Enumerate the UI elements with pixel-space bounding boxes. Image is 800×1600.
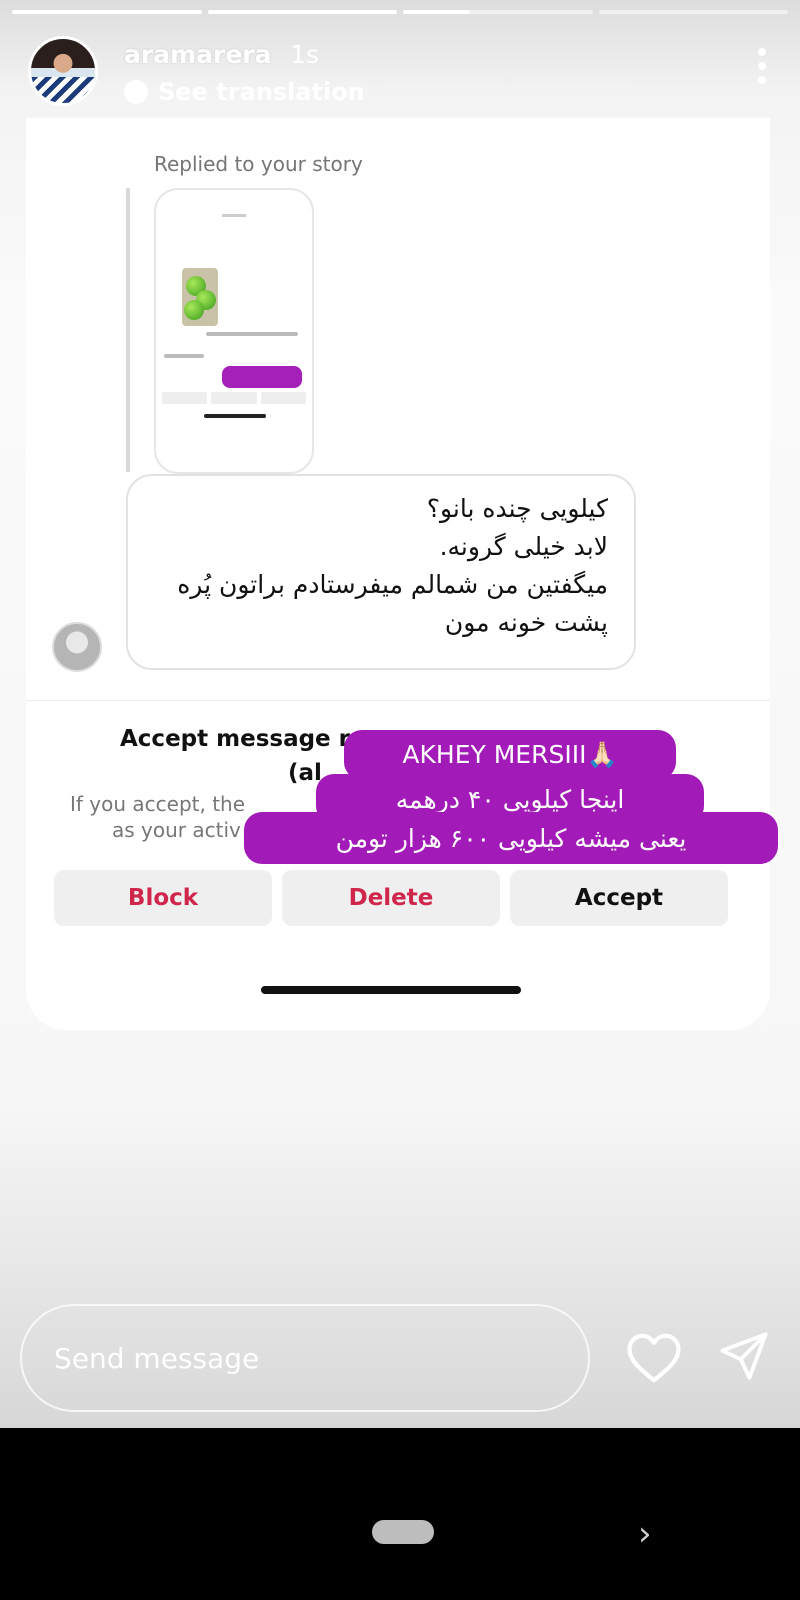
progress-segment (403, 10, 593, 14)
request-title: Accept message re (120, 726, 366, 752)
progress-segment (207, 10, 397, 14)
thumb-sticker (222, 366, 302, 388)
sender-avatar[interactable] (52, 622, 102, 672)
request-description: If you accept, the (70, 792, 246, 816)
translate-icon (124, 80, 148, 104)
see-translation-link[interactable]: See translation (124, 78, 365, 106)
story-header: aramarera 1s See translation (24, 32, 776, 112)
nav-home-pill[interactable] (372, 1520, 434, 1544)
thumb-title-line (222, 214, 246, 217)
message-line: لابد خیلی گرونه. (439, 532, 608, 561)
divider (26, 700, 770, 701)
home-indicator (261, 986, 521, 994)
progress-fill (12, 10, 202, 14)
text-sticker-line-1: AKHEY MERSIII🙏🏻 (344, 730, 676, 780)
progress-segment (598, 10, 788, 14)
send-message-placeholder: Send message (54, 1341, 260, 1375)
accept-button[interactable]: Accept (510, 870, 728, 926)
progress-fill (207, 10, 397, 14)
text-sticker-line-3: یعنی میشه کیلویی ۶۰۰ هزار تومن (244, 812, 778, 864)
thumb-home-bar (204, 414, 266, 418)
thumb-text-line (206, 332, 298, 336)
request-description-cont: as your activ (112, 818, 241, 842)
progress-segment (12, 10, 202, 14)
post-time: 1s (290, 40, 319, 69)
block-button[interactable]: Block (54, 870, 272, 926)
message-bubble[interactable]: کیلویی چنده بانو؟ لابد خیلی گرونه. میگفت… (126, 474, 636, 670)
message-line: میگفتین من شمالم میفرستادم براتون پُره (177, 570, 608, 599)
request-title-cont: (al (288, 760, 322, 786)
dm-screenshot-card: Replied to your story کیلویی چنده بانو؟ … (26, 118, 770, 1030)
chevron-right-icon[interactable]: › (638, 1514, 652, 1554)
reply-quote-bar (126, 188, 130, 472)
see-translation-label: See translation (158, 78, 365, 106)
username[interactable]: aramarera (124, 40, 271, 69)
delete-button[interactable]: Delete (282, 870, 500, 926)
story-view: aramarera 1s See translation Replied to … (0, 0, 800, 1428)
profile-avatar[interactable] (28, 36, 98, 106)
thumb-buttons (162, 392, 306, 404)
avatar-stripes (31, 77, 95, 103)
story-thumbnail[interactable] (154, 188, 314, 474)
progress-fill (403, 10, 470, 14)
heart-icon[interactable] (626, 1332, 682, 1384)
android-nav-bar: › (0, 1428, 800, 1600)
thumb-text-line (164, 354, 204, 358)
more-options-icon[interactable] (748, 46, 776, 86)
lime (184, 300, 204, 320)
message-line: پشت خونه مون (444, 608, 608, 637)
message-line: کیلویی چنده بانو؟ (426, 494, 608, 523)
request-actions: Block Delete Accept (54, 870, 728, 926)
send-icon[interactable] (718, 1330, 770, 1382)
replied-label: Replied to your story (154, 152, 363, 176)
limes-image (182, 268, 218, 326)
story-progress-bars (12, 10, 788, 14)
send-message-input[interactable]: Send message (20, 1304, 590, 1412)
